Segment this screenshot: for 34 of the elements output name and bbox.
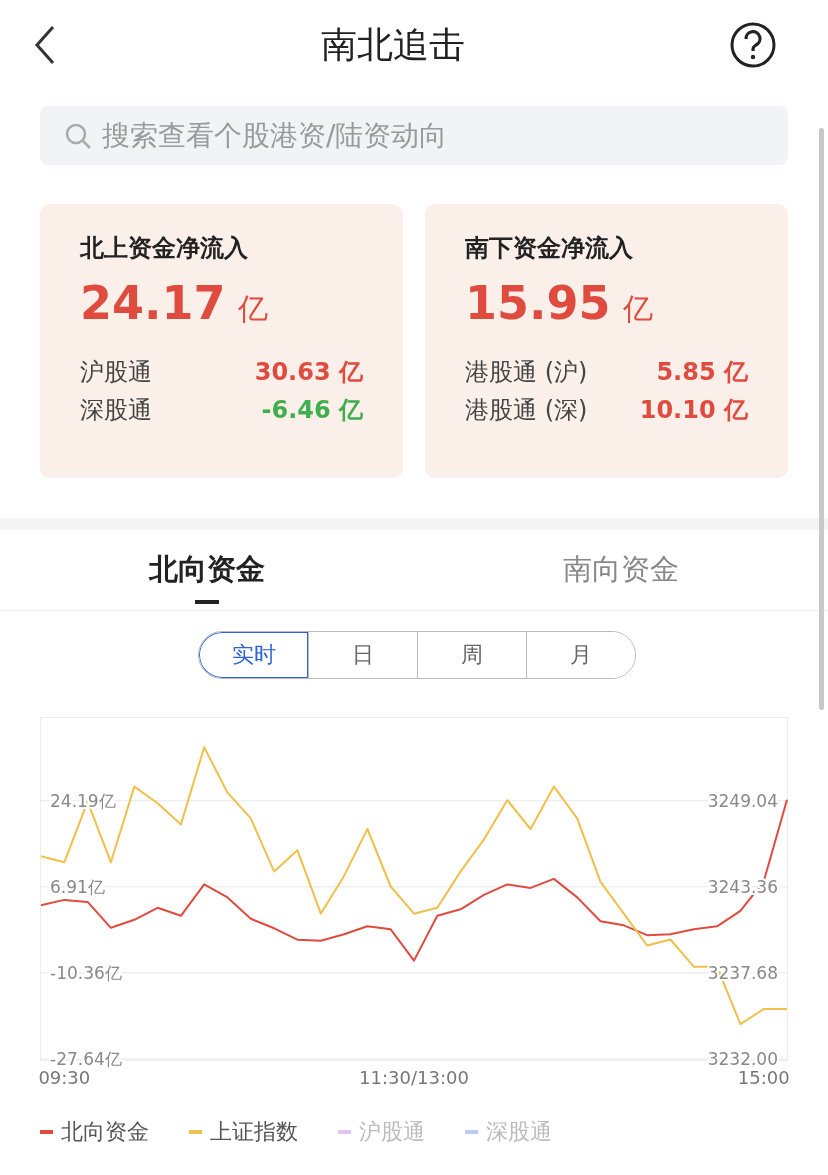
help-icon[interactable] [730,22,776,68]
channel-label: 深股通 [80,395,152,426]
amount-value: 15.95 [465,276,611,330]
axis-label: 6.91亿 [50,876,105,897]
search-field[interactable]: 搜索查看个股港资/陆资动向 [40,106,788,165]
channel-value: 30.63 亿 [254,357,363,388]
channel-value: 5.85 亿 [656,357,748,388]
legend-label[interactable]: 上证指数 [210,1117,298,1147]
channel-label: 沪股通 [80,357,152,388]
period-tab[interactable]: 实时 [199,632,308,678]
axis-label: 24.19亿 [50,790,116,811]
channel-value: -6.46 亿 [261,395,363,426]
channel-label: 港股通 (沪) [465,357,588,388]
back-icon[interactable] [34,25,56,65]
tab[interactable]: 北向资金 [0,530,414,610]
tab[interactable]: 南向资金 [414,530,828,610]
card-title: 北上资金净流入 [80,233,249,264]
channel-label: 港股通 (深) [465,395,588,426]
page-title: 南北追击 [321,22,465,67]
amount-unit: 亿 [237,290,268,328]
search-icon [64,122,92,150]
legend-label[interactable]: 北向资金 [61,1117,149,1147]
axis-label: 15:00 [737,1067,790,1088]
axis-label: 09:30 [38,1067,91,1088]
amount-unit: 亿 [622,290,653,328]
axis-label: -10.36亿 [50,962,122,983]
axis-label: -27.64亿 [50,1049,122,1069]
amount-value: 24.17 [80,276,226,330]
channel-value: 10.10 亿 [639,395,748,426]
period-tab[interactable]: 月 [526,632,635,678]
card-title: 南下资金净流入 [465,233,634,264]
axis-label: 3249.04 [707,791,778,812]
axis-label: 11:30/13:00 [359,1067,469,1088]
axis-label: 3232.00 [707,1049,778,1069]
